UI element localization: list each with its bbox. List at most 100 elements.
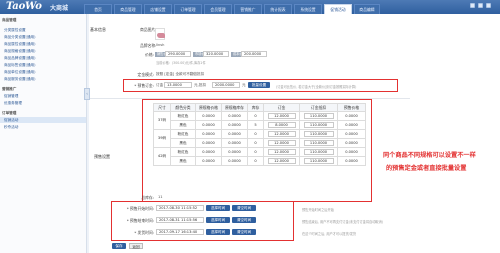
sidebar-section-header[interactable]: 订单管理 — [2, 111, 16, 116]
deduct-cell-input[interactable]: 110.0000 — [303, 140, 334, 146]
deposit-input[interactable]: 13.0000 — [164, 82, 192, 88]
orig-stock-cell: 0.0000 — [221, 156, 248, 166]
nav-tab[interactable]: 统计报表 — [264, 4, 292, 14]
table-header-row: 尺寸 颜色分类 原规格价格 原规格库存 库存 订金 订金抵扣 预售价格 — [153, 103, 366, 112]
orig-stock-cell: 0.0000 — [221, 129, 248, 139]
table-header-cell: 预售价格 — [337, 103, 366, 112]
ship-clear-time-button[interactable]: 清空时间 — [232, 229, 256, 235]
sidebar-item[interactable]: 商品品牌设置(通用) — [4, 56, 36, 61]
orig-price-cell: 0.0000 — [195, 111, 222, 121]
sidebar-item[interactable]: 商品服务设置(通用) — [4, 77, 36, 82]
sidebar-scrollbar[interactable] — [86, 14, 89, 253]
deduct-cell-input[interactable]: 110.0000 — [303, 149, 334, 155]
annotation-line-1: 同个商品不同规格可以设置不一样 — [383, 152, 476, 159]
deposit-cell-input[interactable]: 12.0000 — [267, 149, 296, 155]
nav-tab[interactable]: 商品编辑 — [354, 4, 380, 14]
table-header-cell: 颜色分类 — [170, 103, 196, 112]
deposit-cell-input[interactable]: 12.0000 — [267, 158, 296, 164]
cost-price-input[interactable]: 200.0000 — [241, 51, 267, 57]
deposit-cell-input[interactable]: 12.0000 — [267, 131, 296, 137]
deposit-mode-options[interactable]: 按照 [定金] 全款可不翻倍抵扣 — [156, 72, 204, 77]
presale-spec-table: 尺寸 颜色分类 原规格价格 原规格库存 库存 订金 订金抵扣 预售价格 37码 粉红色 0.000… — [153, 103, 366, 166]
color-cell: 粉红色 — [170, 111, 196, 121]
deposit-cell-input[interactable]: 12.0000 — [267, 140, 296, 146]
start-time-input[interactable]: 2017-08-30 11:15:52 — [156, 205, 204, 211]
start-choose-time-button[interactable]: 选择时间 — [206, 205, 230, 211]
stock-cell: 0 — [247, 129, 264, 139]
sidebar-item[interactable]: 优惠券管理 — [4, 101, 22, 106]
brand-logo[interactable]: TaoWo — [6, 1, 42, 12]
presale-price-cell: 0.0000 — [337, 120, 366, 130]
sidebar-item[interactable]: 分类属性设置 — [4, 28, 26, 33]
ship-choose-time-button[interactable]: 选择时间 — [206, 229, 230, 235]
deduct-cell-input[interactable]: 110.0000 — [303, 131, 334, 137]
table-header-cell: 订金抵扣 — [299, 103, 338, 112]
brand-logo-suffix: 大商城 — [50, 5, 69, 12]
nav-tab[interactable]: 商品管理 — [114, 4, 142, 14]
sidebar-section-header[interactable]: 营销推广 — [2, 87, 16, 92]
user-icon[interactable] — [478, 3, 483, 8]
deduct-cell-input[interactable]: 110.0000 — [303, 158, 334, 164]
nav-tab[interactable]: 首页 — [84, 4, 112, 14]
sidebar-item[interactable]: 秒杀活动 — [4, 125, 18, 130]
sidebar-item[interactable]: 商品分类设置(通用) — [4, 35, 36, 40]
orig-price-cell: 0.0000 — [195, 147, 222, 157]
shoe-image — [157, 33, 165, 38]
deduct-unit: 元 — [242, 83, 246, 87]
color-cell: 黑色 — [170, 138, 196, 148]
main-content: 基本信息 商品图片: 品牌名称: linsh 价格: 销售价 290.0000 … — [90, 14, 500, 253]
size-cell: 42码 — [153, 147, 171, 166]
end-time-input[interactable]: 2017-08-31 11:15:56 — [156, 217, 204, 223]
color-cell: 黑色 — [170, 156, 196, 166]
nav-tab[interactable]: 营销推广 — [234, 4, 262, 14]
start-time-hint: 预售开始时间之后开始 — [302, 208, 334, 212]
logout-icon[interactable] — [486, 3, 491, 8]
ship-time-input[interactable]: 2017-09-17 16:13:40 — [156, 229, 204, 235]
end-clear-time-button[interactable]: 清空时间 — [232, 217, 256, 223]
nav-tab[interactable]: 促销活动 — [324, 4, 352, 14]
product-image[interactable] — [155, 28, 165, 40]
deposit-unit: 元,抵扣 — [194, 83, 206, 87]
deduct-cell: 110.0000 — [299, 129, 338, 139]
back-button[interactable]: 返回 — [129, 243, 143, 249]
deduct-cell: 110.0000 — [299, 111, 338, 121]
sidebar-section-header[interactable]: 商品管理 — [2, 18, 16, 23]
save-button[interactable]: 保存 — [112, 243, 126, 249]
color-cell: 粉红色 — [170, 129, 196, 139]
table-row: 39码 粉红色 0.0000 0.0000 0 12.0000 110.0000 0.0000 — [153, 129, 366, 148]
nav-tab[interactable]: 会员管理 — [204, 4, 232, 14]
sidebar-item[interactable]: 商品标签设置(通用) — [4, 63, 36, 68]
nav-tab[interactable]: 店铺设置 — [144, 4, 172, 14]
deduct-cell: 110.0000 — [299, 120, 338, 130]
start-clear-time-button[interactable]: 清空时间 — [232, 205, 256, 211]
start-time-label: * 预售开始时间: — [126, 206, 154, 211]
orig-price-cell: 0.0000 — [195, 120, 222, 130]
table-header-cell: 尺寸 — [153, 103, 171, 112]
deduct-cell-input[interactable]: 110.0000 — [303, 113, 334, 119]
deposit-cell-input[interactable]: 12.0000 — [267, 113, 296, 119]
stock-cell: 0 — [247, 156, 264, 166]
deposit-cell-input[interactable]: 8.0000 — [267, 122, 296, 128]
batch-set-button[interactable]: 批量设置 — [248, 82, 270, 88]
price-hint: 当前价格：(300.00)元/件,库存1件 — [156, 61, 206, 65]
orig-stock-cell: 0.0000 — [221, 120, 248, 130]
market-price-input[interactable]: 320.0000 — [203, 51, 229, 57]
nav-tab[interactable]: 系统设置 — [294, 4, 322, 14]
nav-tab[interactable]: 订单管理 — [174, 4, 202, 14]
deposit-cell: 12.0000 — [263, 156, 300, 166]
sell-price-input[interactable]: 290.0000 — [165, 51, 191, 57]
presale-price-cell: 0.0000 — [337, 138, 366, 148]
table-row: 42码 粉红色 0.0000 0.0000 0 12.0000 110.0000 0.0000 — [153, 147, 366, 166]
table-row: 37码 粉红色 0.0000 0.0000 0 12.0000 110.0000 0.0000 — [153, 111, 366, 130]
product-name-value: linsh — [156, 43, 165, 47]
deposit-cell: 12.0000 — [263, 147, 300, 157]
message-icon[interactable] — [470, 3, 475, 8]
deduct-input[interactable]: 2000.0000 — [212, 82, 240, 88]
sidebar-item[interactable]: 促销活动 — [0, 117, 87, 123]
sidebar-item[interactable]: 促销管理 — [4, 94, 18, 99]
sidebar-item[interactable]: 商品规格设置(通用) — [4, 49, 36, 54]
deduct-cell-input[interactable]: 110.0000 — [303, 122, 334, 128]
end-choose-time-button[interactable]: 选择时间 — [206, 217, 230, 223]
sidebar-item[interactable]: 商品单位设置(通用) — [4, 70, 36, 75]
sidebar-item[interactable]: 商品属性设置(通用) — [4, 42, 36, 47]
